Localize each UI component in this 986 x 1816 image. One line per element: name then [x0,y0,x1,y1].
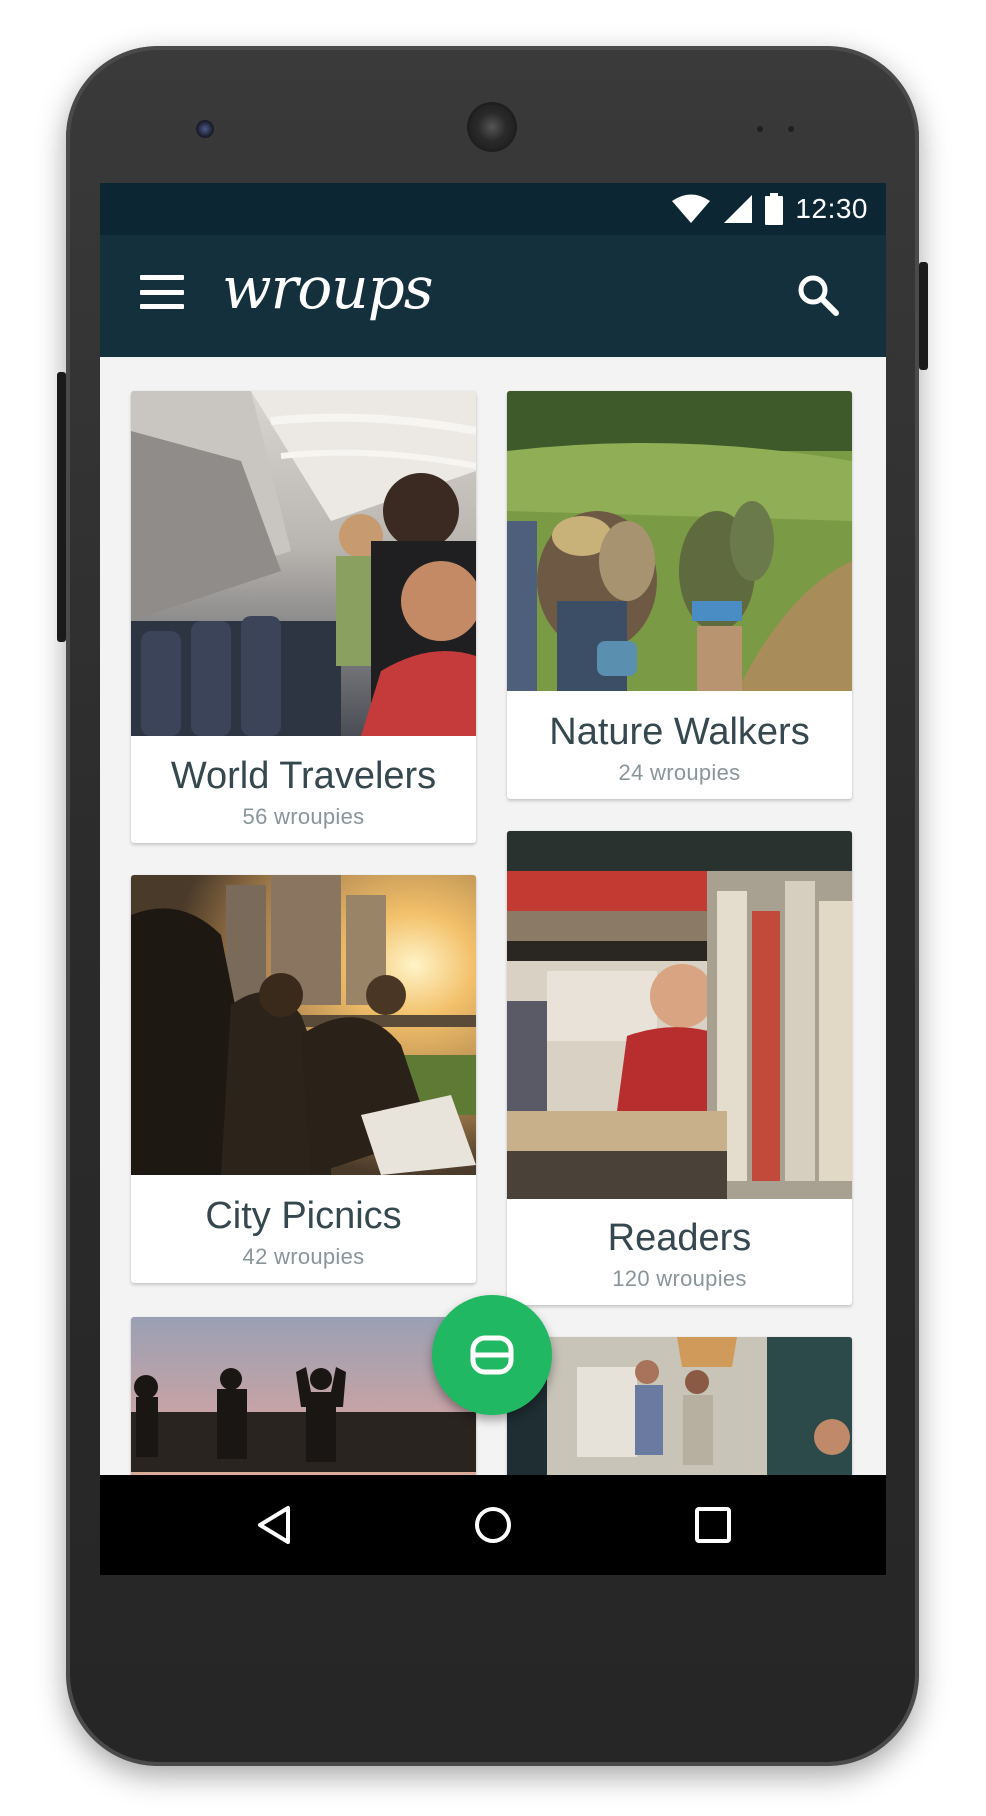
back-icon[interactable] [250,1500,300,1550]
card-image-hikers [507,391,852,691]
group-card-readers[interactable]: Readers 120 wroupies [507,831,852,1305]
group-card-nature-walkers[interactable]: Nature Walkers 24 wroupies [507,391,852,799]
earpiece-speaker [470,105,514,149]
card-image-bookshelf [507,831,852,1199]
system-nav-bar [100,1475,886,1575]
cell-signal-icon [724,195,753,223]
card-title: City Picnics [205,1195,402,1237]
fab-group-icon [470,1335,514,1375]
app-bar: wroups [100,235,886,357]
card-title: Nature Walkers [549,711,810,753]
app-logo: wroups [222,254,434,322]
light-sensor [788,126,794,132]
card-subtitle: 120 wroupies [612,1266,747,1291]
home-icon[interactable] [468,1500,518,1550]
group-card-world-travelers[interactable]: World Travelers 56 wroupies [131,391,476,843]
menu-icon[interactable] [140,275,184,309]
front-camera [196,120,214,138]
proximity-sensor [757,126,763,132]
card-title: Readers [607,1217,752,1259]
power-button [919,262,928,370]
card-image-picnic [131,875,476,1175]
card-subtitle: 56 wroupies [242,804,365,829]
group-card-city-picnics[interactable]: City Picnics 42 wroupies [131,875,476,1283]
card-title: World Travelers [170,755,437,797]
wifi-icon [672,194,711,223]
status-icons: 12:30 [671,191,868,227]
card-subtitle: 24 wroupies [618,760,741,785]
status-clock: 12:30 [795,193,868,224]
card-subtitle: 42 wroupies [242,1244,365,1269]
battery-icon [765,193,784,225]
volume-button [57,372,66,642]
search-icon[interactable] [796,273,840,317]
recents-icon[interactable] [688,1500,738,1550]
screen: 12:30 wroups World Travelers 56 wroupies… [100,183,886,1575]
new-group-fab[interactable] [432,1295,552,1415]
status-bar: 12:30 [100,183,886,235]
card-image-airplane [131,391,476,736]
